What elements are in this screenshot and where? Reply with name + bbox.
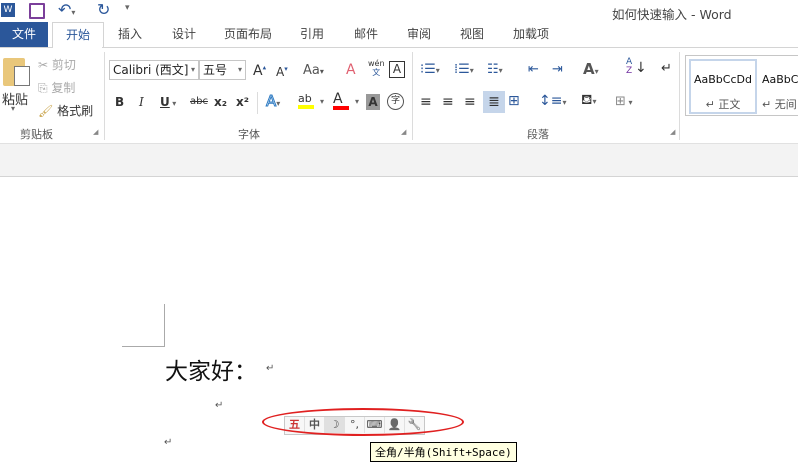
tooltip: 全角/半角(Shift+Space)	[370, 442, 517, 462]
cut-label: 剪切	[51, 58, 76, 72]
align-right-icon[interactable]: ≡	[464, 94, 476, 110]
tab-review[interactable]: 审阅	[397, 22, 441, 47]
style-normal-name: ↵ 正文	[705, 98, 741, 111]
bullets-icon[interactable]: ⁝☰▾	[420, 62, 440, 77]
shrink-font-icon[interactable]: A▾	[276, 65, 288, 79]
line-spacing-icon[interactable]: ↕≡▾	[539, 93, 566, 109]
show-marks-icon[interactable]: ↵	[661, 61, 672, 76]
font-name-value: Calibri (西文]	[113, 63, 189, 77]
chinese-layout-icon[interactable]: A▾	[583, 60, 599, 78]
multilevel-list-icon[interactable]: ☷▾	[487, 62, 503, 77]
font-launcher-icon[interactable]: ◢	[401, 128, 406, 136]
ribbon-border	[102, 47, 798, 48]
underline-label: U	[160, 95, 170, 109]
borders-icon[interactable]: ⊞ ▾	[615, 94, 632, 109]
numbering-icon[interactable]: ⁞☰▾	[454, 62, 474, 77]
tab-file[interactable]: 文件	[0, 22, 48, 47]
enclose-char-icon[interactable]: 字	[387, 93, 404, 110]
highlight-dropdown-icon[interactable]: ▾	[320, 97, 324, 106]
text-effects-icon[interactable]: A▾	[265, 92, 280, 111]
highlight-icon[interactable]: ab	[298, 92, 314, 109]
shading-icon[interactable]: ⛾▾	[581, 92, 596, 110]
font-name-select[interactable]: Calibri (西文] ▾	[109, 60, 199, 80]
tab-view[interactable]: 视图	[450, 22, 494, 47]
copy-label: 复制	[51, 81, 76, 95]
align-center-icon[interactable]: ≡	[442, 94, 454, 110]
redo-icon[interactable]: ↻	[97, 0, 110, 19]
divider	[257, 92, 258, 114]
tab-addins[interactable]: 加载项	[504, 22, 558, 47]
tab-references[interactable]: 引用	[290, 22, 334, 47]
tab-design[interactable]: 设计	[162, 22, 206, 47]
font-size-value: 五号	[203, 63, 228, 77]
paragraph-mark: ↵	[266, 363, 275, 374]
paragraph-group-label: 段落	[527, 128, 549, 141]
decrease-indent-icon[interactable]: ⇤	[528, 62, 539, 77]
subscript-button[interactable]: x₂	[214, 95, 227, 109]
font-group-label: 字体	[238, 128, 260, 141]
paragraph-mark: ↵	[215, 400, 224, 411]
justify-button[interactable]: ≣	[483, 91, 505, 113]
margin-mark-vertical	[164, 304, 165, 346]
change-case-label: Aa	[303, 63, 320, 78]
bold-button[interactable]: B	[115, 95, 124, 109]
char-border-icon[interactable]: A	[389, 61, 405, 78]
ribbon-bottom	[0, 143, 798, 177]
ribbon-border-left	[0, 47, 52, 48]
pinyin-button[interactable]: wén 文	[368, 59, 385, 77]
distributed-icon[interactable]: ⊞	[508, 93, 520, 109]
tab-home[interactable]: 开始	[52, 22, 104, 48]
font-color-dropdown-icon[interactable]: ▾	[355, 97, 359, 106]
clipboard-group-label: 剪贴板	[20, 128, 53, 141]
superscript-button[interactable]: x²	[236, 95, 249, 109]
margin-mark-horizontal	[122, 346, 165, 347]
sort-icon[interactable]: AZ	[626, 58, 632, 76]
customize-icon[interactable]: ▾	[125, 3, 130, 13]
divider	[104, 52, 105, 140]
tab-layout[interactable]: 页面布局	[218, 22, 278, 47]
format-painter-button[interactable]: 🖌 格式刷	[38, 102, 93, 119]
style-no-spacing-preview: AaBbC	[762, 73, 798, 86]
format-painter-label: 格式刷	[57, 104, 94, 118]
pinyin-label: wén	[368, 59, 385, 68]
style-no-spacing[interactable]: AaBbC ↵ 无间	[762, 61, 798, 112]
grow-font-icon[interactable]: A▴	[253, 63, 266, 79]
window-title: 如何快速输入 - Word	[612, 7, 732, 22]
divider	[679, 52, 680, 140]
italic-button[interactable]: I	[139, 95, 144, 109]
font-size-select[interactable]: 五号 ▾	[199, 60, 246, 80]
change-case-button[interactable]: Aa▾	[303, 63, 324, 78]
underline-button[interactable]: U ▾	[160, 95, 176, 109]
cut-button[interactable]: ✂ 剪切	[38, 56, 76, 73]
char-shading-icon[interactable]: A	[366, 94, 380, 110]
style-normal-preview: AaBbCcDd	[694, 73, 752, 86]
style-normal[interactable]: AaBbCcDd ↵ 正文	[689, 59, 757, 114]
word-logo-icon: W	[1, 3, 15, 17]
copy-button[interactable]: ⎘ 复制	[38, 79, 75, 96]
paragraph-mark: ↵	[164, 437, 173, 448]
sort-arrow-icon[interactable]: ↓	[635, 60, 647, 76]
tab-mailings[interactable]: 邮件	[344, 22, 388, 47]
paragraph-launcher-icon[interactable]: ◢	[670, 128, 675, 136]
style-no-spacing-name: ↵ 无间	[762, 98, 797, 111]
brush-icon: 🖌	[38, 104, 54, 118]
tab-insert[interactable]: 插入	[108, 22, 152, 47]
styles-gallery: AaBbCcDd ↵ 正文 AaBbC ↵ 无间	[685, 55, 798, 116]
document-text[interactable]: 大家好：	[165, 352, 257, 386]
divider	[412, 52, 413, 140]
font-color-icon[interactable]: A	[333, 92, 349, 110]
highlight-ellipse	[262, 408, 464, 436]
paste-dropdown-icon[interactable]: ▾	[11, 104, 15, 113]
align-left-icon[interactable]: ≡	[420, 94, 432, 110]
paste-page-icon	[14, 66, 30, 86]
clear-format-icon[interactable]: A	[346, 62, 356, 78]
strikethrough-button[interactable]: abc	[190, 96, 208, 107]
increase-indent-icon[interactable]: ⇥	[552, 62, 563, 77]
clipboard-launcher-icon[interactable]: ◢	[93, 128, 98, 136]
undo-icon[interactable]: ↶▾	[58, 0, 75, 19]
save-icon[interactable]	[29, 3, 45, 19]
